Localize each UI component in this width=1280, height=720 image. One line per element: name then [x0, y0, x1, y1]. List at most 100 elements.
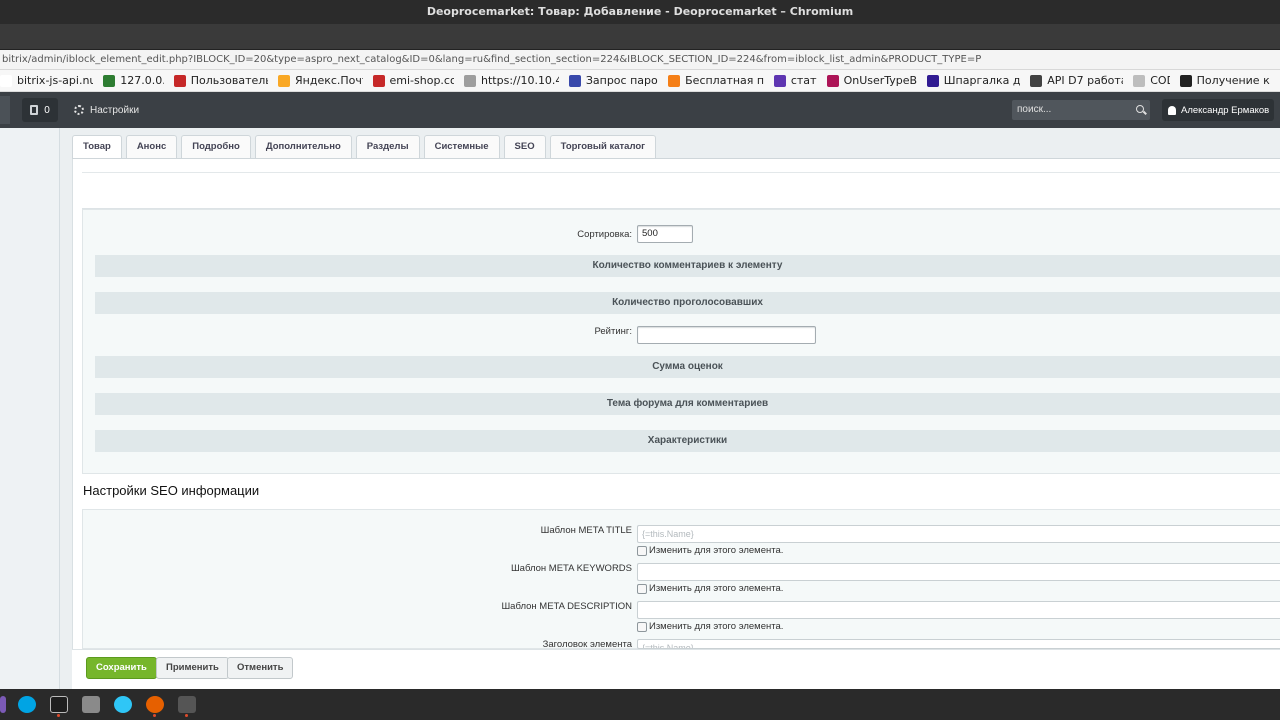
menu-toggle[interactable]	[0, 96, 10, 124]
window-title: Deoprocemarket: Товар: Добавление - Deop…	[0, 0, 1280, 24]
bookmark-favicon-icon	[464, 74, 477, 87]
bookmark-favicon-icon	[278, 74, 290, 87]
apply-button[interactable]: Применить	[156, 657, 229, 679]
bookmark-label: COD	[1150, 74, 1169, 87]
bookmark-item[interactable]: bitrix-js-api.num	[0, 74, 93, 87]
firefox-icon[interactable]	[146, 696, 164, 713]
bookmark-label: Яндекс.Почта	[295, 74, 363, 87]
bookmark-item[interactable]: Яндекс.Почта	[278, 74, 363, 87]
bookmark-favicon-icon	[0, 74, 12, 87]
bookmark-favicon-icon	[103, 74, 116, 87]
bookmark-label: Получение кор	[1196, 74, 1270, 87]
edit-tabs: Товар Анонс Подробно Дополнительно Разде…	[72, 135, 657, 159]
meta-keywords-input[interactable]	[637, 563, 1280, 581]
bookmark-label: Бесплатная пан	[685, 74, 764, 87]
rating-input[interactable]	[637, 326, 816, 344]
address-bar[interactable]: bitrix/admin/iblock_element_edit.php?IBL…	[0, 50, 1280, 70]
cancel-button[interactable]: Отменить	[227, 657, 294, 679]
tab-preview[interactable]: Анонс	[125, 135, 178, 159]
bookmark-label: стату	[790, 74, 817, 87]
bookmark-item[interactable]: COD	[1133, 74, 1170, 87]
user-menu-button[interactable]: Александр Ермаков	[1162, 99, 1274, 121]
bookmark-label: emi-shop.co.il	[389, 74, 455, 87]
meta-keywords-override-checkbox[interactable]	[637, 583, 647, 594]
admin-sidebar	[0, 128, 60, 689]
bookmark-favicon-icon	[1179, 74, 1192, 87]
bookmark-item[interactable]: Пользователь а	[173, 74, 268, 87]
bookmark-label: bitrix-js-api.num	[17, 74, 93, 87]
meta-title-override-label: Изменить для этого элемента.	[649, 545, 784, 556]
meta-description-label: Шаблон META DESCRIPTION	[501, 601, 632, 612]
tool-running-indicator	[185, 714, 188, 717]
tab-product[interactable]: Товар	[72, 135, 122, 159]
bookmark-item[interactable]: emi-shop.co.il	[372, 74, 455, 87]
tab-sections[interactable]: Разделы	[355, 135, 420, 159]
tab-seo[interactable]: SEO	[503, 135, 546, 159]
bookmark-item[interactable]: стату	[773, 74, 817, 87]
seo-section-title: Настройки SEO информации	[83, 483, 260, 498]
bookmark-favicon-icon	[668, 74, 681, 87]
meta-title-override-checkbox[interactable]	[637, 545, 647, 556]
search-placeholder: поиск...	[1017, 104, 1052, 115]
settings-label: Настройки	[90, 104, 140, 116]
element-heading-input[interactable]: {=this.Name}	[637, 639, 1280, 649]
meta-keywords-override-label: Изменить для этого элемента.	[649, 583, 784, 594]
unknown-app-icon[interactable]	[0, 696, 6, 713]
user-name: Александр Ермаков	[1181, 104, 1270, 116]
user-icon	[1168, 105, 1176, 115]
rating-label: Рейтинг:	[594, 326, 632, 337]
meta-title-label: Шаблон META TITLE	[540, 525, 632, 536]
votes-sum-heading: Сумма оценок	[95, 356, 1280, 378]
bookmark-favicon-icon	[826, 74, 839, 87]
bookmark-item[interactable]: https://10.10.4.1	[464, 74, 559, 87]
notifications-count: 0	[44, 104, 50, 116]
terminal-running-indicator	[57, 714, 60, 717]
bitrix24-icon[interactable]	[114, 696, 132, 713]
notifications-button[interactable]: 0	[22, 98, 58, 122]
bookmark-item[interactable]: 127.0.0.1	[103, 74, 164, 87]
bookmark-item[interactable]: Бесплатная пан	[668, 74, 764, 87]
forum-topic-heading: Тема форума для комментариев	[95, 393, 1280, 415]
meta-description-override[interactable]: Изменить для этого элемента.	[637, 621, 783, 632]
browser-tabstrip[interactable]	[0, 24, 1280, 50]
tool-icon[interactable]	[178, 696, 196, 713]
notification-icon	[30, 105, 39, 115]
bookmark-label: Запрос пароля	[585, 74, 658, 87]
votes-count-heading: Количество проголосовавших	[95, 292, 1280, 314]
meta-title-input[interactable]: {=this.Name}	[637, 525, 1280, 543]
bookmark-favicon-icon	[1030, 74, 1043, 87]
bookmark-favicon-icon	[1133, 74, 1146, 87]
bookmark-item[interactable]: Шпаргалка для	[926, 74, 1020, 87]
bookmark-item[interactable]: API D7 работа с	[1030, 74, 1123, 87]
sort-label: Сортировка:	[577, 229, 632, 240]
admin-header: 0 Настройки поиск... Александр Ермаков	[0, 92, 1280, 128]
tab-additional[interactable]: Дополнительно	[254, 135, 352, 159]
settings-button[interactable]: Настройки	[74, 98, 139, 122]
bookmarks-bar: bitrix-js-api.num 127.0.0.1 Пользователь а…	[0, 70, 1280, 92]
gear-icon	[74, 105, 84, 115]
meta-description-override-checkbox[interactable]	[637, 621, 647, 632]
bookmark-favicon-icon	[568, 74, 581, 87]
bookmark-item[interactable]: Получение кор	[1179, 74, 1270, 87]
bookmark-item[interactable]: Запрос пароля	[568, 74, 658, 87]
meta-title-override[interactable]: Изменить для этого элемента.	[637, 545, 783, 556]
save-button[interactable]: Сохранить	[86, 657, 157, 679]
tab-system[interactable]: Системные	[423, 135, 500, 159]
terminal-icon[interactable]	[50, 696, 68, 713]
tab-detail[interactable]: Подробно	[181, 135, 251, 159]
bookmark-favicon-icon	[372, 74, 385, 87]
bookmark-item[interactable]: OnUserTypeBuil	[826, 74, 917, 87]
search-input[interactable]: поиск...	[1012, 100, 1150, 120]
calculator-icon[interactable]	[82, 696, 100, 713]
bookmark-label: OnUserTypeBuil	[843, 74, 917, 87]
tab-trade-catalog[interactable]: Торговый каталог	[549, 135, 657, 159]
bookmark-label: https://10.10.4.1	[481, 74, 559, 87]
meta-description-input[interactable]	[637, 601, 1280, 619]
bookmark-label: 127.0.0.1	[120, 74, 164, 87]
search-icon[interactable]	[1136, 105, 1144, 113]
bookmark-label: API D7 работа с	[1047, 74, 1123, 87]
sort-input[interactable]: 500	[637, 225, 693, 243]
skype-icon[interactable]	[18, 696, 36, 713]
meta-keywords-override[interactable]: Изменить для этого элемента.	[637, 583, 783, 594]
bookmark-favicon-icon	[926, 74, 939, 87]
